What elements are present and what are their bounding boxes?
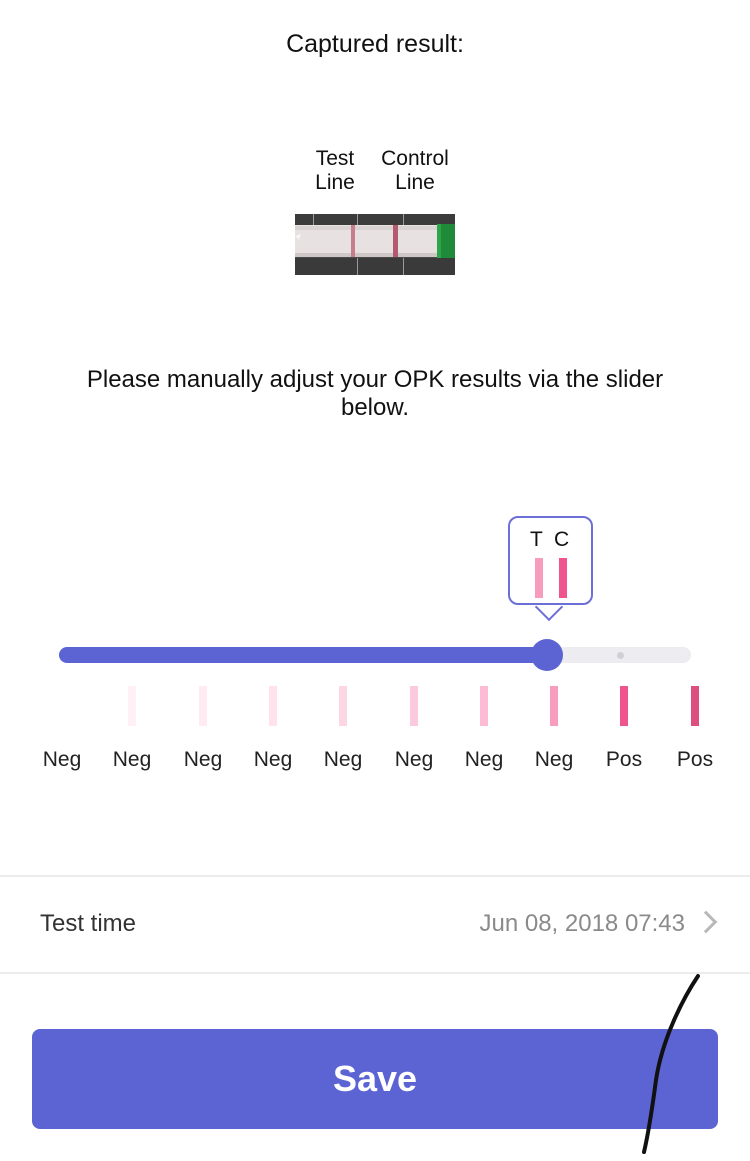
save-button[interactable]: Save <box>32 1029 718 1129</box>
scale-labels: Neg Neg Neg Neg Neg Neg Neg Neg Pos Pos <box>0 748 750 778</box>
scale-bar-6 <box>410 686 418 726</box>
slider-value-tooltip: T C <box>508 516 593 605</box>
scale-bar-8 <box>550 686 558 726</box>
slider-tick-dot <box>617 652 624 659</box>
opk-result-screen: Captured result: Test Line Control Line … <box>0 0 750 1161</box>
chevron-right-icon <box>694 910 718 934</box>
scale-bar-2 <box>128 686 136 726</box>
control-line-label-text: Control Line <box>381 147 449 194</box>
test-time-label: Test time <box>40 910 137 937</box>
scale-label-1: Neg <box>42 748 82 771</box>
control-line-label: Control Line <box>370 147 460 195</box>
tooltip-control-bar <box>559 558 567 598</box>
scale-bar-3 <box>199 686 207 726</box>
bottom-divider <box>0 972 750 974</box>
captured-result-title: Captured result: <box>286 30 464 58</box>
scale-label-2: Neg <box>112 748 152 771</box>
opk-slider-track[interactable] <box>59 647 691 663</box>
scale-label-4: Neg <box>253 748 293 771</box>
scale-label-6: Neg <box>394 748 434 771</box>
test-time-value: Jun 08, 2018 07:43 <box>479 910 685 937</box>
scale-bar-1 <box>58 686 66 726</box>
scale-label-8: Neg <box>534 748 574 771</box>
scale-bar-5 <box>339 686 347 726</box>
scale-label-7: Neg <box>464 748 504 771</box>
instructions-text: Please manually adjust your OPK results … <box>86 366 664 421</box>
scale-label-5: Neg <box>323 748 363 771</box>
strip-line-labels: Test Line Control Line <box>0 147 750 207</box>
top-divider <box>0 875 750 877</box>
scale-bar-4 <box>269 686 277 726</box>
test-line-label-text: Test Line <box>315 147 355 194</box>
opk-slider-thumb[interactable] <box>531 639 563 671</box>
tooltip-test-bar <box>535 558 543 598</box>
tooltip-t-label: T <box>530 528 543 551</box>
scale-bar-7 <box>480 686 488 726</box>
scale-bar-10 <box>691 686 699 726</box>
opk-slider-fill <box>59 647 549 663</box>
tooltip-c-label: C <box>554 528 570 551</box>
test-line-label: Test Line <box>300 147 370 195</box>
scale-label-3: Neg <box>183 748 223 771</box>
scale-bar-9 <box>620 686 628 726</box>
test-strip-photo <box>295 214 455 275</box>
scale-label-10: Pos <box>676 748 714 771</box>
scale-color-bars <box>0 686 750 728</box>
scale-label-9: Pos <box>605 748 643 771</box>
